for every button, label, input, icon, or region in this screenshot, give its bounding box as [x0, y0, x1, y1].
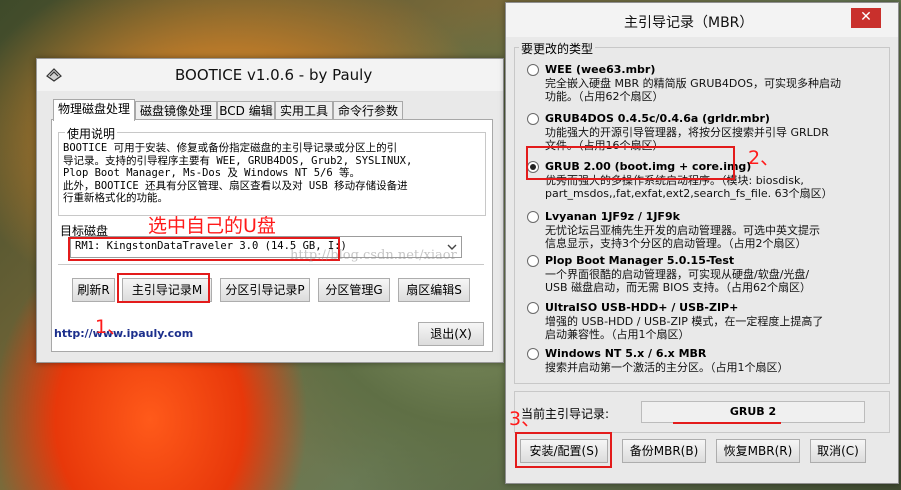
mbr-type-group: 要更改的类型 WEE (wee63.mbr) 完全嵌入硬盘 MBR 的精简版 G… — [514, 40, 890, 384]
option-label: Windows NT 5.x / 6.x MBR — [545, 347, 707, 360]
current-mbr-value: GRUB 2 — [641, 401, 865, 423]
usage-group-title: 使用说明 — [65, 125, 118, 142]
annotation-step3: 3、 — [509, 408, 541, 430]
backup-mbr-button[interactable]: 备份MBR(B) — [622, 439, 706, 463]
option-description: 完全嵌入硬盘 MBR 的精简版 GRUB4DOS，可实现多种启动 功能。（占用62… — [545, 77, 842, 103]
tab-bcd-edit[interactable]: BCD 编辑 — [217, 101, 275, 120]
exit-button[interactable]: 退出(X) — [418, 322, 484, 346]
usage-group: 使用说明 BOOTICE 可用于安装、修复或备份指定磁盘的主引导记录或分区上的引… — [58, 125, 486, 216]
usage-line: Plop Boot Manager, Ms-Dos 及 Windows NT 5… — [63, 167, 361, 180]
radio-wee[interactable] — [527, 64, 539, 76]
annotation-select-udisk: 选中自己的U盘 — [148, 215, 276, 237]
option-label: UltraISO USB-HDD+ / USB-ZIP+ — [545, 301, 739, 314]
option-label: Lvyanan 1JF9z / 1JF9k — [545, 210, 680, 223]
annotation-step2: 2、 — [748, 147, 780, 169]
refresh-button[interactable]: 刷新R — [72, 278, 115, 302]
pbr-button[interactable]: 分区引导记录P — [220, 278, 310, 302]
close-button[interactable]: ✕ — [851, 8, 881, 28]
radio-ultraiso[interactable] — [527, 302, 539, 314]
radio-grub2[interactable] — [527, 161, 539, 173]
window-titlebar[interactable]: 主引导记录（MBR） ✕ — [506, 3, 898, 37]
option-description: 增强的 USB-HDD / USB-ZIP 模式，在一定程度上提高了 启动兼容性。… — [545, 315, 824, 341]
mbr-button[interactable]: 主引导记录M — [122, 278, 212, 302]
bootice-app-icon — [46, 68, 62, 82]
install-config-button[interactable]: 安装/配置(S) — [520, 439, 608, 463]
tab-command-line[interactable]: 命令行参数 — [333, 101, 403, 120]
option-label: WEE (wee63.mbr) — [545, 63, 656, 76]
partition-manage-button[interactable]: 分区管理G — [318, 278, 390, 302]
restore-mbr-button[interactable]: 恢复MBR(R) — [716, 439, 800, 463]
window-title: BOOTICE v1.0.6 - by Pauly — [175, 66, 373, 84]
tab-bar: 物理磁盘处理 磁盘镜像处理 BCD 编辑 实用工具 命令行参数 — [51, 99, 491, 121]
sector-edit-button[interactable]: 扇区编辑S — [398, 278, 470, 302]
usage-line: 导记录。支持的引导程序主要有 WEE, GRUB4DOS, Grub2, SYS… — [63, 154, 413, 167]
current-mbr-group: 当前主引导记录: GRUB 2 — [514, 391, 890, 433]
close-icon: ✕ — [860, 9, 872, 25]
radio-lvyanan[interactable] — [527, 211, 539, 223]
window-title: 主引导记录（MBR） — [624, 15, 754, 31]
usage-line: 此外，BOOTICE 还具有分区管理、扇区查看以及对 USB 移动存储设备进 — [63, 179, 408, 192]
option-description: 一个界面很酷的启动管理器，可实现从硬盘/软盘/光盘/USB 磁盘启动，而无需 B… — [545, 268, 811, 294]
option-description: 功能强大的开源引导管理器，将按分区搜索并引导 GRLDR 文件。（占用16个扇区） — [545, 126, 829, 152]
watermark: http://blog.csdn.net/xiaor — [290, 248, 457, 263]
tab-utilities[interactable]: 实用工具 — [275, 101, 333, 120]
tab-disk-image[interactable]: 磁盘镜像处理 — [135, 101, 217, 120]
usage-line: 行重新格式化的功能。 — [63, 192, 168, 205]
mbr-type-group-title: 要更改的类型 — [519, 40, 596, 57]
window-titlebar[interactable]: BOOTICE v1.0.6 - by Pauly — [37, 59, 503, 91]
usage-line: BOOTICE 可用于安装、修复或备份指定磁盘的主引导记录或分区上的引 — [63, 142, 398, 154]
option-description: 优秀而强大的多操作系统启动程序。（模块: biosdisk, part_msdos… — [545, 174, 833, 200]
radio-grub4dos[interactable] — [527, 113, 539, 125]
radio-plop[interactable] — [527, 255, 539, 267]
mbr-window: 主引导记录（MBR） ✕ 要更改的类型 WEE (wee63.mbr) 完全嵌入… — [505, 2, 899, 484]
option-description: 无忧论坛吕亚楠先生开发的启动管理器。可选中英文提示 信息显示，支持3个分区的启动管… — [545, 224, 820, 250]
radio-windows-nt[interactable] — [527, 348, 539, 360]
option-label: Plop Boot Manager 5.0.15-Test — [545, 254, 735, 267]
option-label: GRUB4DOS 0.4.5c/0.4.6a (grldr.mbr) — [545, 112, 770, 125]
annotation-step1: 1、 — [95, 316, 127, 338]
usage-description: BOOTICE 可用于安装、修复或备份指定磁盘的主引导记录或分区上的引 导记录。… — [63, 142, 483, 205]
tab-physical-disk[interactable]: 物理磁盘处理 — [53, 99, 135, 121]
option-description: 搜索并启动第一个激活的主分区。（占用1个扇区） — [545, 361, 789, 374]
annotation-underline — [673, 422, 781, 424]
cancel-button[interactable]: 取消(C) — [810, 439, 866, 463]
option-label: GRUB 2.00 (boot.img + core.img) — [545, 160, 752, 173]
